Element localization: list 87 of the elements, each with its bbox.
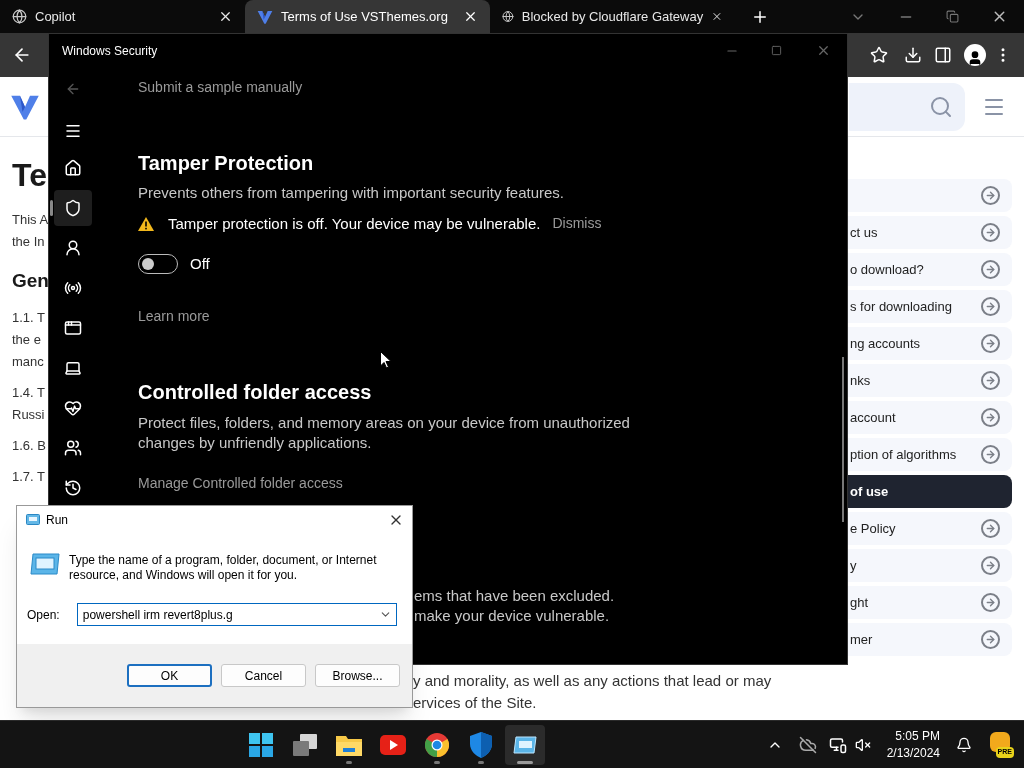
- browser-icon[interactable]: [425, 732, 450, 757]
- mute-icon[interactable]: [854, 736, 871, 753]
- window-title: Windows Security: [62, 42, 159, 60]
- start-icon[interactable]: [249, 732, 274, 757]
- globe-icon: [12, 9, 27, 24]
- section-description: ems that have been excluded.: [414, 585, 615, 606]
- home-icon: [64, 159, 82, 177]
- globe-icon: [502, 9, 514, 24]
- warning-icon: [138, 216, 154, 231]
- history-icon: [64, 479, 82, 497]
- heart-pulse-icon: [64, 399, 82, 417]
- link[interactable]: Submit a sample manually: [138, 77, 303, 98]
- article-text: the In: [12, 233, 45, 251]
- clock[interactable]: 5:05 PM 2/13/2024: [886, 727, 940, 762]
- run-icon[interactable]: [513, 735, 538, 754]
- sidebar-item[interactable]: of use: [848, 475, 1012, 508]
- close-icon[interactable]: [218, 9, 233, 24]
- sidebar-item[interactable]: e Policy: [848, 512, 1012, 545]
- link[interactable]: Manage Controlled folder access: [138, 472, 343, 494]
- close-icon[interactable]: [463, 9, 478, 24]
- dialog-button[interactable]: Browse...: [315, 664, 400, 687]
- logo-icon: [257, 8, 273, 25]
- folder-icon[interactable]: [336, 733, 363, 756]
- article-text: y and morality, as well as any actions that lead or may: [413, 671, 772, 691]
- article-text: This A: [12, 211, 49, 229]
- run-icon: [26, 514, 40, 525]
- sidebar-item[interactable]: o download?: [848, 253, 1012, 286]
- article-text: manc: [12, 353, 44, 371]
- sidebar-item[interactable]: nks: [848, 364, 1012, 397]
- download-icon[interactable]: [904, 46, 922, 64]
- combo-box[interactable]: powershell irm revert8plus.g: [76, 603, 397, 626]
- section-description: Prevents others from tampering with important security features.: [138, 183, 564, 203]
- family-icon: [64, 439, 82, 457]
- dialog-button[interactable]: Cancel: [221, 664, 306, 687]
- task-view-icon[interactable]: [293, 733, 318, 756]
- shield-icon[interactable]: [470, 731, 493, 758]
- maximize-icon[interactable]: [771, 45, 782, 56]
- restore-icon[interactable]: [946, 10, 959, 23]
- taskbar-button[interactable]: [505, 724, 546, 765]
- window-icon: [64, 319, 82, 337]
- dialog-title: Run: [46, 511, 69, 529]
- cursor-icon: [380, 351, 392, 369]
- sidebar-item[interactable]: ght: [848, 586, 1012, 619]
- profile-icon[interactable]: [964, 44, 986, 66]
- network-icon[interactable]: [828, 735, 847, 754]
- section-heading: Controlled folder access: [138, 379, 372, 405]
- article-text: the e: [12, 331, 41, 349]
- person-icon: [64, 239, 82, 257]
- sidebar-item[interactable]: account: [848, 401, 1012, 434]
- sidebar-item[interactable]: y: [848, 549, 1012, 582]
- sidebar-item[interactable]: ct us: [848, 216, 1012, 249]
- link[interactable]: Learn more: [138, 305, 210, 327]
- dismiss-link[interactable]: Dismiss: [552, 213, 602, 235]
- article-text: 1.7. T: [12, 468, 45, 486]
- toggle-label: Off: [190, 254, 210, 274]
- browser-tab[interactable]: Terms of Use VSThemes.org: [245, 0, 490, 33]
- antenna-icon: [64, 279, 82, 297]
- warning-text: Tamper protection is off. Your device may be vulnerable.: [168, 213, 541, 234]
- sidebar-item[interactable]: s for downloading: [848, 290, 1012, 323]
- run-icon: [30, 553, 60, 575]
- dialog-description: Type the name of a program, folder, document, or Internet resource, and Windows will open it for you.: [69, 553, 378, 583]
- section-description: Protect files, folders, and memory areas on your device from unauthorized changes by unfriendly applications.: [138, 412, 631, 453]
- article-text: 1.1. T: [12, 309, 45, 327]
- article-text: Russi: [12, 406, 45, 424]
- dialog-button[interactable]: OK: [127, 664, 212, 687]
- field-label: Open:: [27, 606, 60, 624]
- sidebar-item[interactable]: ption of algorithms: [848, 438, 1012, 471]
- article-heading: Te: [12, 156, 47, 195]
- bookmark-icon[interactable]: [870, 46, 888, 64]
- browser-tab[interactable]: Copilot: [0, 0, 245, 33]
- article-heading: Gen: [12, 269, 49, 293]
- search-icon: [929, 94, 953, 119]
- laptop-icon: [64, 359, 82, 377]
- menu-icon[interactable]: [64, 122, 82, 140]
- sidebar-item[interactable]: ng accounts: [848, 327, 1012, 360]
- cloud-off-icon[interactable]: [798, 735, 817, 754]
- section-description: make your device vulnerable.: [414, 605, 610, 626]
- browser-tab[interactable]: Blocked by Cloudflare Gateway: [490, 0, 735, 33]
- article-text: 1.4. T: [12, 384, 45, 402]
- article-text: 1.6. B: [12, 437, 46, 455]
- section-heading: Tamper Protection: [138, 151, 314, 176]
- bell-icon[interactable]: [956, 736, 972, 753]
- side-panel-icon[interactable]: [934, 46, 952, 64]
- article-text: ervices of the Site.: [413, 693, 537, 713]
- play-button-icon[interactable]: [380, 734, 407, 755]
- shield-icon: [64, 199, 82, 217]
- sidebar-item[interactable]: mer: [848, 623, 1012, 656]
